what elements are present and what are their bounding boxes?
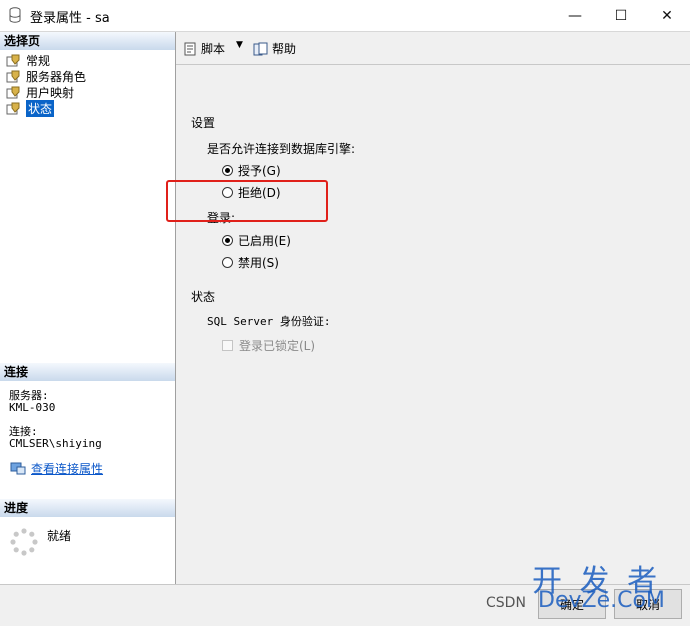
- login-locked-checkbox[interactable]: 登录已锁定(L): [222, 337, 315, 354]
- title-bar: 登录属性 - sa — ☐ ✕: [0, 0, 690, 31]
- connection-value: CMLSER\shiying: [9, 437, 102, 450]
- page-label: 用户映射: [26, 85, 75, 100]
- page-label: 状态: [26, 99, 55, 117]
- right-pane: 脚本 ▼ 帮助 设置 是否允许连接到数据库引擎: 授予(G) 拒绝(D) 登录:…: [176, 32, 690, 584]
- page-icon: [6, 86, 20, 98]
- close-icon: ✕: [661, 7, 673, 24]
- left-pane: 选择页 常规 服务器角色 用户映射 状态 连接 服务器: KML-030 连接:…: [0, 32, 176, 584]
- sql-auth-label: SQL Server 身份验证:: [207, 315, 331, 328]
- page-label: 服务器角色: [26, 69, 87, 84]
- toolbar: 脚本 ▼ 帮助: [176, 32, 690, 63]
- window-title: 登录属性 - sa: [30, 11, 110, 26]
- chevron-down-icon: ▼: [236, 40, 243, 50]
- progress-status: 就绪: [47, 529, 72, 543]
- enabled-label: 已启用(E): [238, 234, 291, 248]
- grant-radio[interactable]: 授予(G): [222, 162, 281, 179]
- disabled-label: 禁用(S): [238, 256, 279, 270]
- page-item-server-roles[interactable]: 服务器角色: [6, 68, 86, 84]
- permission-question: 是否允许连接到数据库引擎:: [207, 142, 356, 156]
- close-button[interactable]: ✕: [644, 0, 690, 31]
- help-icon: [253, 42, 268, 55]
- watermark-csdn: CSDN: [486, 595, 526, 611]
- status-section-title: 状态: [191, 290, 216, 304]
- connection-properties-icon: [10, 462, 26, 475]
- select-page-header: 选择页: [0, 32, 175, 50]
- disabled-radio[interactable]: 禁用(S): [222, 254, 279, 271]
- script-button[interactable]: 脚本: [183, 40, 225, 57]
- watermark-site: DevZe.CoM: [538, 588, 665, 613]
- status-page-content: 设置 是否允许连接到数据库引擎: 授予(G) 拒绝(D) 登录: 已启用(E) …: [176, 68, 690, 584]
- help-button[interactable]: 帮助: [253, 40, 296, 57]
- progress-header: 进度: [0, 499, 175, 517]
- progress-spinner-icon: [10, 528, 38, 556]
- radio-button[interactable]: [222, 165, 233, 176]
- script-label: 脚本: [201, 42, 226, 56]
- maximize-icon: ☐: [614, 7, 628, 24]
- script-icon: [184, 42, 196, 55]
- checkbox[interactable]: [222, 340, 233, 351]
- page-item-general[interactable]: 常规: [6, 52, 50, 68]
- radio-button[interactable]: [222, 235, 233, 246]
- toolbar-divider: [176, 64, 690, 65]
- login-locked-label: 登录已锁定(L): [239, 339, 316, 353]
- settings-section-title: 设置: [191, 116, 216, 130]
- page-item-status[interactable]: 状态: [6, 99, 55, 117]
- page-icon: [6, 102, 20, 114]
- minimize-button[interactable]: —: [552, 0, 598, 31]
- enabled-radio[interactable]: 已启用(E): [222, 232, 291, 249]
- database-icon: [9, 7, 21, 23]
- maximize-button[interactable]: ☐: [598, 0, 644, 31]
- minimize-icon: —: [568, 7, 582, 24]
- page-icon: [6, 54, 20, 66]
- page-label: 常规: [26, 53, 51, 68]
- page-item-user-mapping[interactable]: 用户映射: [6, 84, 74, 100]
- page-icon: [6, 70, 20, 82]
- view-connection-properties-link[interactable]: 查看连接属性: [31, 460, 103, 477]
- connection-header: 连接: [0, 363, 175, 381]
- server-value: KML-030: [9, 401, 56, 414]
- grant-label: 授予(G): [238, 164, 281, 178]
- help-label: 帮助: [272, 42, 297, 56]
- script-dropdown-button[interactable]: ▼: [236, 40, 243, 50]
- annotation-highlight-box: [166, 180, 328, 222]
- radio-button[interactable]: [222, 257, 233, 268]
